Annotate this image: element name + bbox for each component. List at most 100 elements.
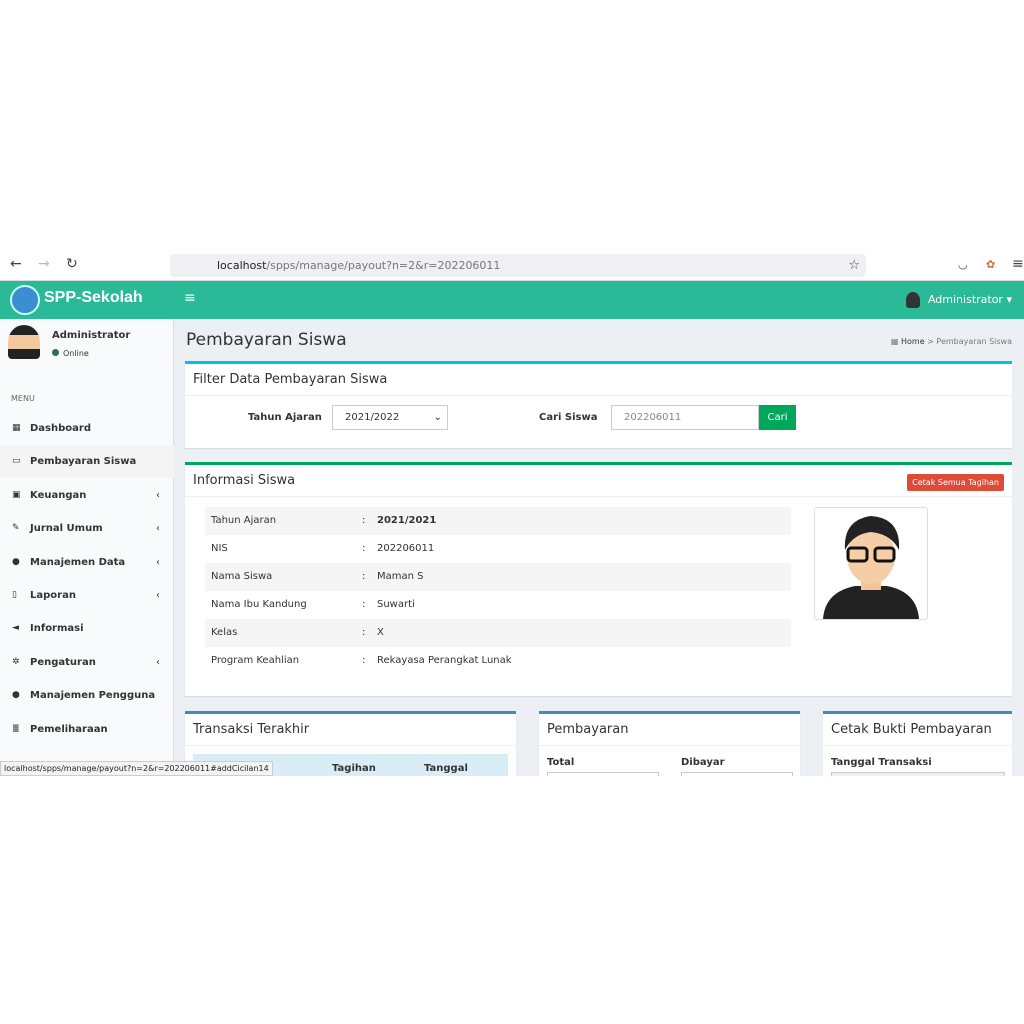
sidebar-item-label: Manajemen Data [30, 556, 126, 568]
sidebar-item-pengaturan[interactable]: ✲ Pengaturan ‹ [0, 646, 174, 679]
sidebar-item-label: Laporan [30, 590, 76, 601]
student-photo [814, 507, 928, 620]
info-row: Program Keahlian: Rekayasa Perangkat Luna… [205, 647, 791, 675]
total-label: Total [547, 757, 575, 768]
star-icon[interactable]: ☆ [848, 254, 860, 277]
pocket-icon[interactable]: ◡ [958, 258, 968, 271]
browser-toolbar: ← → ↻ localhost/spps/manage/payout?n=2&r… [0, 250, 1024, 281]
separator: : [362, 655, 366, 666]
brand[interactable]: SPP-Sekolah [44, 289, 143, 307]
transaction-date-label: Tanggal Transaksi [831, 757, 932, 768]
chevron-left-icon: ‹ [156, 489, 160, 501]
users-icon: ● [12, 556, 20, 567]
info-row: Kelas: X [205, 619, 791, 647]
paid-input[interactable] [681, 772, 793, 776]
breadcrumb-home[interactable]: Home [901, 337, 925, 346]
sidebar-item-pemeliharaan[interactable]: ≣ Pemeliharaan [0, 713, 174, 746]
info-row: Nama Siswa: Maman S [205, 563, 791, 591]
sidebar-item-informasi[interactable]: ◄ Informasi [0, 612, 174, 645]
chevron-left-icon: ‹ [156, 656, 160, 668]
payment-box: Pembayaran Total Dibayar [539, 711, 800, 776]
grid-icon: ▦ [890, 337, 901, 346]
sidebar-item-laporan[interactable]: ▯ Laporan ‹ [0, 579, 174, 612]
year-label: Tahun Ajaran [248, 412, 322, 423]
forward-icon[interactable]: → [38, 256, 50, 272]
sidebar-item-jurnal-umum[interactable]: ✎ Jurnal Umum ‹ [0, 512, 174, 545]
info-row: Tahun Ajaran:2021/2021 [205, 507, 791, 535]
sidebar-item-label: Manajemen Pengguna [30, 690, 156, 702]
info-key: Nama Ibu Kandung [211, 599, 307, 610]
transaction-date-input[interactable] [831, 772, 1005, 776]
info-key: Nama Siswa [211, 571, 273, 582]
total-input[interactable] [547, 772, 659, 776]
sidebar-item-label: Keuangan [30, 489, 87, 501]
box-title: Cetak Bukti Pembayaran [823, 714, 1012, 746]
year-select[interactable]: 2021/2022 ⌄ [332, 405, 448, 430]
print-receipt-box: Cetak Bukti Pembayaran Tanggal Transaksi [823, 711, 1012, 776]
info-value: X [377, 627, 384, 638]
cog-icon: ✲ [12, 656, 20, 667]
chevron-left-icon: ‹ [156, 590, 160, 601]
box-title: Pembayaran [539, 714, 800, 746]
avatar [8, 325, 40, 359]
info-value: Maman S [377, 571, 424, 582]
user-menu[interactable]: Administrator ▾ [905, 292, 1012, 308]
sidebar-user-name: Administrator [52, 330, 131, 341]
print-all-button[interactable]: Cetak Semua Tagihan [907, 474, 1004, 491]
sidebar-item-manajemen-data[interactable]: ● Manajemen Data ‹ [0, 546, 174, 579]
breadcrumb: ▦ Home > Pembayaran Siswa [890, 337, 1012, 346]
sidebar-item-dashboard[interactable]: ▦ Dashboard [0, 412, 174, 445]
info-value: 2021/2021 [377, 515, 437, 526]
back-icon[interactable]: ← [10, 256, 22, 272]
sidebar-toggle-icon[interactable]: ≡ [184, 290, 196, 306]
browser-window: ← → ↻ localhost/spps/manage/payout?n=2&r… [0, 250, 1024, 776]
separator: : [362, 599, 366, 610]
sidebar-item-pembayaran-siswa[interactable]: ▭ Pembayaran Siswa [0, 445, 174, 479]
menu-header: MENU [11, 394, 35, 403]
sidebar-item-label: Informasi [30, 623, 84, 635]
sidebar: Administrator Online MENU ▦ Dashboard ▭ Pem… [0, 319, 174, 776]
info-key: Program Keahlian [211, 655, 300, 666]
chevron-left-icon: ‹ [156, 523, 160, 535]
edit-icon: ✎ [12, 523, 20, 534]
logo-icon [10, 285, 40, 315]
extension-icon[interactable]: ✿ [986, 258, 995, 271]
info-row: Nama Ibu Kandung: Suwarti [205, 591, 791, 619]
user-name: Administrator [927, 293, 1003, 306]
search-button[interactable]: Cari [759, 405, 796, 430]
filter-box: Filter Data Pembayaran Siswa Tahun Ajara… [185, 361, 1012, 448]
address-bar[interactable]: localhost/spps/manage/payout?n=2&r=20220… [170, 254, 866, 277]
app-header: SPP-Sekolah ≡ Administrator ▾ [0, 281, 1024, 319]
info-row: NIS:202206011 [205, 535, 791, 563]
reload-icon[interactable]: ↻ [66, 256, 78, 272]
online-status: Online [52, 349, 89, 358]
user-icon: ● [12, 690, 20, 701]
sidebar-item-label: Dashboard [30, 423, 91, 434]
box-title: Informasi Siswa [185, 465, 1012, 497]
info-value: 202206011 [377, 543, 435, 554]
sidebar-item-label: Jurnal Umum [30, 523, 103, 535]
th-icon: ▦ [12, 423, 21, 433]
info-value: Rekayasa Perangkat Lunak [377, 655, 512, 666]
page-title: Pembayaran Siswa [186, 330, 347, 350]
url-host: localhost [217, 259, 267, 272]
status-bar-url: localhost/spps/manage/payout?n=2&r=20220… [0, 761, 273, 776]
bullhorn-icon: ◄ [12, 623, 19, 634]
money-icon: ▣ [12, 489, 21, 500]
search-label: Cari Siswa [539, 412, 598, 423]
chevron-left-icon: ‹ [156, 556, 160, 568]
info-key: NIS [211, 543, 228, 554]
paid-label: Dibayar [681, 757, 725, 768]
sidebar-item-label: Pembayaran Siswa [30, 456, 137, 468]
separator: : [362, 515, 366, 526]
menu-icon[interactable]: ≡ [1012, 256, 1024, 272]
separator: : [362, 571, 366, 582]
database-icon: ≣ [12, 723, 20, 734]
student-info-box: Informasi Siswa Cetak Semua Tagihan Tahu… [185, 462, 1012, 696]
separator: : [362, 543, 366, 554]
search-input[interactable]: 202206011 [611, 405, 759, 430]
info-key: Tahun Ajaran [211, 515, 277, 526]
sidebar-item-manajemen-pengguna[interactable]: ● Manajemen Pengguna [0, 679, 174, 712]
url-path: /spps/manage/payout?n=2&r=202206011 [266, 259, 501, 272]
sidebar-item-keuangan[interactable]: ▣ Keuangan ‹ [0, 479, 174, 512]
